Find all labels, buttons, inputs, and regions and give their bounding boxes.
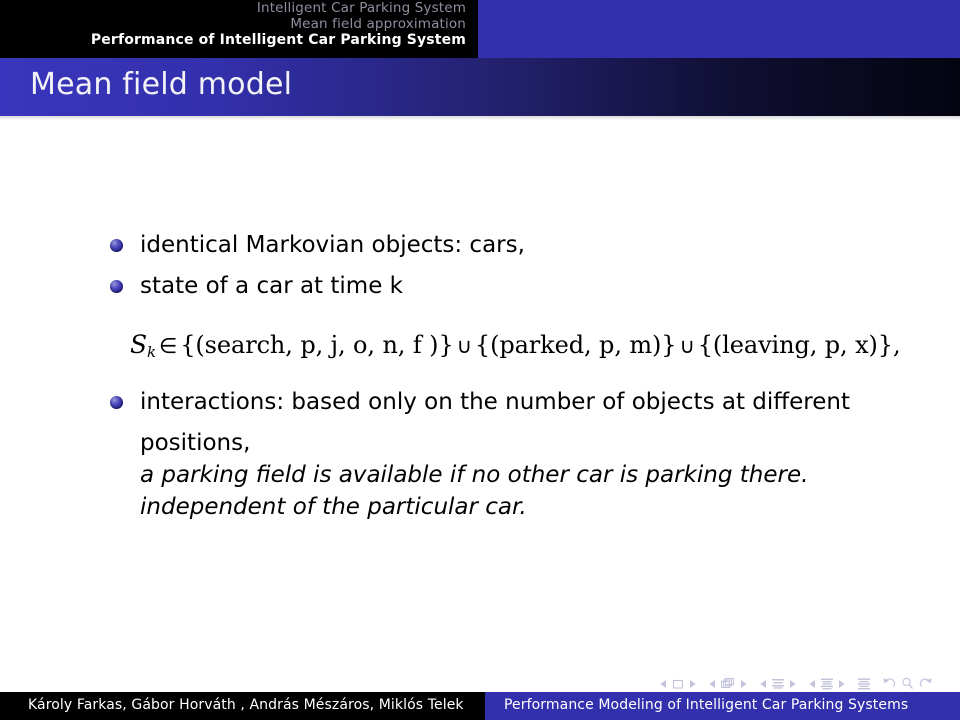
list-item-label: state of a car at time — [140, 273, 390, 300]
footer-divider — [478, 692, 485, 720]
formula-term-1: {(search, p, j, o, n, f )} — [180, 331, 454, 360]
formula-term-2: {(parked, p, m)} — [474, 331, 677, 360]
list-item-math-variable: k — [389, 273, 403, 300]
formula-lhs-symbol: S — [130, 330, 148, 360]
subsection-navigation-group[interactable] — [759, 677, 797, 690]
previous-frame-icon[interactable] — [708, 678, 717, 690]
list-item-continuation: positions, — [140, 430, 251, 457]
formula-term-3: {(leaving, p, x)}, — [697, 331, 901, 360]
next-section-icon[interactable] — [837, 678, 846, 690]
magnifier-icon[interactable] — [900, 677, 915, 690]
list-item: interactions: based only on the number o… — [108, 387, 938, 418]
display-formula: Sk ∈ {(search, p, j, o, n, f )} ∪ {(parked, … — [108, 330, 938, 361]
misc-navigation-group[interactable] — [882, 677, 933, 690]
sub-line: a parking field is available if no other… — [140, 461, 809, 488]
section-lines-icon[interactable] — [820, 677, 834, 690]
bullet-icon — [110, 239, 123, 252]
document-lines-icon[interactable] — [857, 677, 871, 690]
formula-union-icon: ∪ — [679, 334, 695, 359]
slide-square-icon[interactable] — [671, 678, 685, 690]
previous-section-icon[interactable] — [808, 678, 817, 690]
presentation-navigation-group[interactable] — [857, 677, 871, 690]
frames-stack-icon[interactable] — [720, 677, 736, 690]
frame-navigation-group[interactable] — [708, 677, 748, 690]
previous-slide-icon[interactable] — [659, 678, 668, 690]
list-item: state of a car at time k — [108, 271, 938, 302]
footer-right-panel: Performance Modeling of Intelligent Car … — [478, 692, 960, 720]
frame-title-bar: Mean field model — [0, 58, 960, 116]
slide-body: identical Markovian objects: cars, state… — [0, 120, 960, 680]
sub-line: independent of the particular car. — [140, 493, 527, 520]
next-frame-icon[interactable] — [739, 678, 748, 690]
list-item: identical Markovian objects: cars, — [108, 230, 938, 261]
footer-authors: Károly Farkas, Gábor Horváth , András Mé… — [28, 697, 464, 713]
footer-bar: Performance Modeling of Intelligent Car … — [0, 692, 960, 720]
footer-presentation-title: Performance Modeling of Intelligent Car … — [504, 697, 909, 713]
header-navigation-bar: Intelligent Car Parking System Mean fiel… — [0, 0, 960, 58]
forward-arrow-icon[interactable] — [918, 677, 933, 690]
slide-navigation-group[interactable] — [659, 678, 697, 690]
back-arrow-icon[interactable] — [882, 677, 897, 690]
nav-line-presentation-title[interactable]: Intelligent Car Parking System — [0, 0, 466, 17]
previous-subsection-icon[interactable] — [759, 678, 768, 690]
subsection-lines-icon[interactable] — [771, 677, 785, 690]
header-nav-lines: Intelligent Car Parking System Mean fiel… — [0, 0, 466, 49]
formula-lhs-subscript: k — [147, 343, 157, 362]
next-slide-icon[interactable] — [688, 678, 697, 690]
frame-title: Mean field model — [30, 67, 293, 102]
content-list: identical Markovian objects: cars, state… — [108, 230, 938, 523]
nav-line-section[interactable]: Mean field approximation — [0, 16, 466, 33]
bullet-icon — [110, 396, 123, 410]
list-item-label: identical Markovian objects: cars, — [140, 232, 525, 258]
section-navigation-group[interactable] — [808, 677, 846, 690]
nav-line-subsection-current[interactable]: Performance of Intelligent Car Parking S… — [0, 32, 466, 48]
footer-left-panel: Károly Farkas, Gábor Horváth , András Mé… — [0, 692, 478, 720]
next-subsection-icon[interactable] — [788, 678, 797, 690]
beamer-navigation-symbols[interactable] — [659, 677, 944, 690]
formula-element-of-icon: ∈ — [159, 334, 178, 359]
formula-union-icon: ∪ — [456, 334, 472, 359]
bullet-icon — [110, 280, 123, 294]
list-item-label: interactions: based only on the number o… — [140, 389, 850, 416]
